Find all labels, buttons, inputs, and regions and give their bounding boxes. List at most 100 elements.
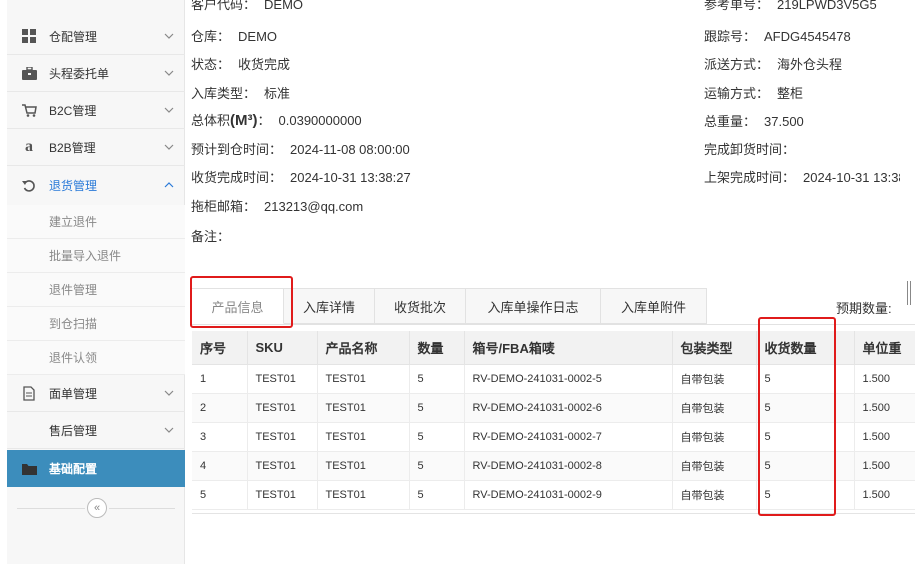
sidebar-item-after-sales[interactable]: 售后管理 — [7, 412, 185, 449]
sidebar-subitem-create-return[interactable]: 建立退件 — [7, 205, 185, 239]
sidebar-item-returns[interactable]: 退货管理 — [7, 167, 185, 204]
table-cell: 1 — [192, 364, 248, 394]
table-cell: 5 — [756, 480, 855, 510]
info-expected-arrival: 预计到仓时间： 2024-11-08 08:00:00 — [191, 142, 410, 157]
info-transport-method: 运输方式： 整柜 — [704, 86, 804, 101]
column-header: 产品名称 — [317, 331, 410, 365]
table-cell: 5 — [756, 364, 855, 394]
column-header: 单位重 — [854, 331, 915, 365]
tab-inbound-details[interactable]: 入库详情 — [284, 288, 375, 324]
sidebar-item-label: 基础配置 — [49, 462, 98, 476]
tab-attachments[interactable]: 入库单附件 — [601, 288, 707, 324]
info-reference-number: 参考单号： 219LPWD3V5G5 — [704, 0, 877, 12]
cart-icon — [21, 102, 37, 118]
sidebar-subitem-return-claim[interactable]: 退件认领 — [7, 341, 185, 375]
column-header: 箱号/FBA箱唛 — [464, 331, 673, 365]
column-header: 收货数量 — [756, 331, 855, 365]
table-cell: 5 — [409, 364, 465, 394]
table-cell: 1.500 — [854, 480, 915, 510]
sidebar-item-label: 退货管理 — [49, 179, 98, 193]
sidebar-item-warehouse-distribution[interactable]: 仓配管理 — [7, 18, 185, 55]
info-customer-code: 客户代码： DEMO — [191, 0, 304, 12]
sidebar-subitem-batch-import-return[interactable]: 批量导入退件 — [7, 239, 185, 273]
info-warehouse: 仓库： DEMO — [191, 29, 278, 44]
table-cell: 5 — [192, 480, 248, 510]
info-shelving-completed: 上架完成时间：2024-10-31 13:38:27 — [704, 170, 900, 185]
divider — [109, 508, 175, 509]
table-cell: 3 — [192, 422, 248, 452]
table-cell: TEST01 — [317, 364, 410, 394]
table-row: 5 TEST01 TEST01 5 RV-DEMO-241031-0002-9 … — [192, 480, 915, 510]
table-cell: 5 — [409, 393, 465, 423]
sidebar-item-b2c[interactable]: B2C管理 — [7, 92, 185, 129]
table-cell: TEST01 — [317, 480, 410, 510]
chevron-up-icon — [163, 180, 175, 191]
detail-tabs: 产品信息 入库详情 收货批次 入库单操作日志 入库单附件 — [191, 288, 707, 325]
tab-operation-log[interactable]: 入库单操作日志 — [466, 288, 601, 324]
chevron-down-icon — [163, 68, 175, 79]
table-cell: RV-DEMO-241031-0002-7 — [464, 422, 673, 452]
tab-product-info[interactable]: 产品信息 — [191, 288, 284, 324]
sidebar-item-label: 面单管理 — [49, 386, 98, 401]
table-cell: TEST01 — [317, 393, 410, 423]
briefcase-icon — [21, 65, 37, 81]
table-cell: TEST01 — [317, 451, 410, 481]
table-cell: RV-DEMO-241031-0002-8 — [464, 451, 673, 481]
sidebar-item-label: 售后管理 — [49, 423, 98, 438]
sidebar-item-basic-config[interactable]: 基础配置 — [7, 450, 185, 487]
table-cell: 1.500 — [854, 364, 915, 394]
column-header: 序号 — [192, 331, 248, 365]
collapse-sidebar-button[interactable]: « — [87, 498, 107, 518]
return-icon — [21, 178, 37, 194]
column-header: 包装类型 — [672, 331, 757, 365]
table-cell: 2 — [192, 393, 248, 423]
sidebar-item-label: B2C管理 — [49, 103, 97, 118]
table-header-row: 序号 SKU 产品名称 数量 箱号/FBA箱唛 包装类型 收货数量 单位重 — [192, 331, 915, 365]
table-cell: 1.500 — [854, 393, 915, 423]
table-row: 2 TEST01 TEST01 5 RV-DEMO-241031-0002-6 … — [192, 393, 915, 423]
blank-icon — [21, 422, 37, 438]
chevron-down-icon — [163, 425, 175, 436]
info-delivery-method: 派送方式： 海外仓头程 — [704, 57, 843, 72]
table-cell: TEST01 — [317, 422, 410, 452]
table-cell: 自带包装 — [672, 364, 757, 394]
table-cell: 5 — [409, 422, 465, 452]
table-cell: 5 — [756, 393, 855, 423]
table-cell: 自带包装 — [672, 422, 757, 452]
scrollbar-handle[interactable] — [907, 281, 911, 305]
sidebar-item-label: 头程委托单 — [49, 66, 110, 81]
divider — [17, 508, 85, 509]
info-unloading-completed: 完成卸货时间： — [704, 142, 796, 157]
info-total-weight: 总重量： 37.500 — [704, 114, 804, 129]
table-cell: TEST01 — [247, 422, 318, 452]
amazon-icon: a — [25, 138, 33, 155]
sidebar-item-first-leg-order[interactable]: 头程委托单 — [7, 55, 185, 92]
tab-receiving-batches[interactable]: 收货批次 — [375, 288, 466, 324]
double-chevron-left-icon: « — [93, 502, 101, 514]
table-cell: 5 — [409, 451, 465, 481]
table-bottom-border — [192, 513, 915, 514]
sidebar-subitem-return-management[interactable]: 退件管理 — [7, 273, 185, 307]
info-container-email: 拖柜邮箱： 213213@qq.com — [191, 199, 364, 214]
table-cell: 1.500 — [854, 422, 915, 452]
info-receiving-completed: 收货完成时间： 2024-10-31 13:38:27 — [191, 170, 411, 185]
table-cell: 5 — [756, 451, 855, 481]
document-icon — [21, 385, 37, 401]
info-remarks: 备注： — [191, 229, 231, 244]
table-row: 1 TEST01 TEST01 5 RV-DEMO-241031-0002-5 … — [192, 364, 915, 394]
expected-quantity-label: 预期数量: — [836, 301, 892, 316]
sidebar-item-label-management[interactable]: 面单管理 — [7, 375, 185, 412]
table-cell: 自带包装 — [672, 480, 757, 510]
table-cell: RV-DEMO-241031-0002-5 — [464, 364, 673, 394]
chevron-down-icon — [163, 105, 175, 116]
chevron-down-icon — [163, 388, 175, 399]
sidebar-subitem-arrival-scan[interactable]: 到仓扫描 — [7, 307, 185, 341]
folder-icon — [21, 461, 37, 477]
sidebar: 仓配管理 头程委托单 B2C管理 a B2B管理 退货管理 建立退件 批量导入退… — [7, 0, 185, 564]
table-cell: 4 — [192, 451, 248, 481]
table-cell: TEST01 — [247, 393, 318, 423]
sidebar-item-b2b[interactable]: a B2B管理 — [7, 129, 185, 166]
info-total-volume: 总体积(M³)： 0.0390000000 — [191, 112, 362, 129]
info-tracking-number: 跟踪号： AFDG4545478 — [704, 29, 851, 44]
table-cell: 5 — [409, 480, 465, 510]
